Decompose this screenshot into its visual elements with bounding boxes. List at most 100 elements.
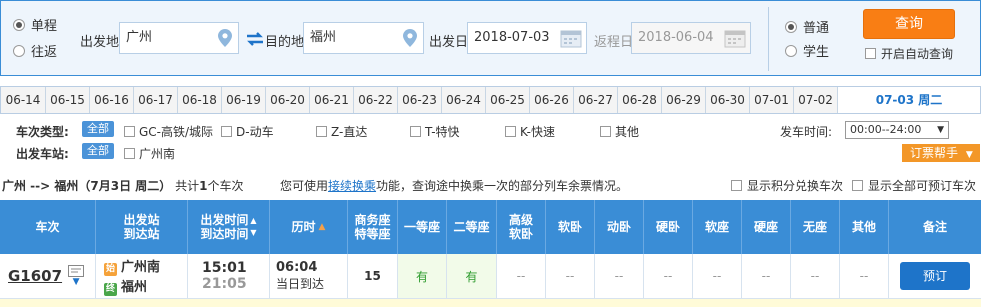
count-prefix: 共计 [175,179,200,193]
date-tab[interactable]: 06-22 [354,87,398,113]
book-button[interactable]: 预订 [900,262,970,290]
date-tab[interactable]: 06-27 [574,87,618,113]
hard-seat-cell: -- [742,254,791,298]
time-cell: 15:01 21:05 [188,254,270,298]
checkbox-icon [731,180,742,191]
checkbox-icon [124,126,135,137]
end-station-tag: 终 [104,283,117,296]
depart-time-select[interactable]: 00:00--24:00 ▼ [845,121,949,139]
date-tab[interactable]: 06-17 [134,87,178,113]
query-button[interactable]: 查询 [863,9,955,39]
depart-date-input[interactable]: 2018-07-03 [467,22,587,54]
train-number-link[interactable]: G1607 [8,267,62,285]
first-class-cell[interactable]: 有 [398,254,447,298]
header-premium-label: 高级 [508,213,533,227]
station-option[interactable]: 广州南 [124,145,175,162]
calendar-icon[interactable] [560,28,582,48]
return-date-label: 返程日 [594,35,634,50]
date-tab[interactable]: 07-01 [750,87,794,113]
round-trip-radio[interactable]: 往返 [13,41,57,60]
header-business: 商务座 特等座 [348,200,398,254]
checkbox-icon [505,126,516,137]
depart-time-value: 00:00--24:00 [850,123,922,136]
date-tab[interactable]: 06-28 [618,87,662,113]
date-tab[interactable]: 06-18 [178,87,222,113]
points-trains-checkbox[interactable]: 显示积分兑换车次 [731,177,843,194]
train-type-option[interactable]: GC-高铁/城际 [124,123,213,140]
date-tab[interactable]: 06-24 [442,87,486,113]
from-value: 广州 [126,30,153,45]
second-class-cell[interactable]: 有 [447,254,497,298]
sort-up-icon: ▲ [318,222,326,232]
train-detail-toggle[interactable]: ▼ [68,265,85,287]
train-type-option[interactable]: K-快速 [505,123,555,140]
stations-cell: 始广州南 终福州 [96,254,188,298]
location-pin-icon[interactable] [403,29,417,47]
arrive-time: 21:05 [202,276,247,292]
date-tab[interactable]: 06-15 [46,87,90,113]
header-premium-sleeper: 软卧 [508,227,533,241]
date-tab[interactable]: 06-19 [222,87,266,113]
header-duration-label: 历时 [291,220,316,234]
train-type-option[interactable]: Z-直达 [316,123,367,140]
date-tab[interactable]: 06-20 [266,87,310,113]
header-stations-depart: 出发站 [123,213,160,227]
date-tab[interactable]: 06-14 [1,87,46,113]
station-all-button[interactable]: 全部 [82,143,114,159]
date-tab[interactable]: 07-02 [794,87,838,113]
tip-prefix: 您可使用 [280,179,329,193]
header-special-label: 特等座 [354,227,391,241]
chevron-down-icon: ▼ [937,125,944,135]
date-tab[interactable]: 06-21 [310,87,354,113]
booking-helper-button[interactable]: 订票帮手 ▼ [902,144,980,162]
train-type-label: D-动车 [236,125,274,139]
auto-query-checkbox[interactable]: 开启自动查询 [865,45,953,62]
date-tab[interactable]: 06-29 [662,87,706,113]
train-type-option[interactable]: 其他 [600,123,639,140]
train-type-option[interactable]: D-动车 [221,123,274,140]
date-tab[interactable]: 06-16 [90,87,134,113]
other-seat-cell: -- [840,254,889,298]
header-no-seat: 无座 [791,200,840,254]
from-label: 出发地 [80,35,120,50]
station-option-label: 广州南 [139,147,176,161]
business-seat-cell[interactable]: 15 [348,254,398,298]
all-bookable-checkbox[interactable]: 显示全部可预订车次 [852,177,976,194]
depart-date-label: 出发日 [429,35,469,50]
chevron-down-icon: ▼ [72,277,80,287]
header-other: 其他 [840,200,889,254]
passenger-normal-radio[interactable]: 普通 [785,17,829,36]
start-station-tag: 始 [104,263,117,276]
passenger-student-radio[interactable]: 学生 [785,41,829,60]
from-input[interactable]: 广州 [119,22,239,54]
search-panel: 单程 往返 出发地 广州 目的地 福州 出发日 2018-07-03 返程日 2… [0,0,981,76]
to-input[interactable]: 福州 [303,22,424,54]
calendar-icon[interactable] [724,28,746,48]
return-date-input[interactable]: 2018-06-04 [631,22,751,54]
sort-up-icon[interactable]: ▲ [250,215,256,227]
count-suffix: 个车次 [207,179,244,193]
route-text: 广州 --> 福州（7月3日 周二） [2,179,172,193]
train-type-all-button[interactable]: 全部 [82,121,114,137]
arrive-day: 当日到达 [276,277,325,291]
train-type-label: Z-直达 [331,125,368,139]
date-tab-active[interactable]: 07-03 周二 [838,87,980,113]
transfer-link[interactable]: 接续换乘 [328,179,376,193]
header-bullet-sleeper: 动卧 [595,200,644,254]
location-pin-icon[interactable] [218,29,232,47]
header-time[interactable]: 出发时间 到达时间 ▲ ▼ [188,200,270,254]
transfer-tip: 您可使用接续换乘功能，查询途中换乘一次的部分列车余票情况。 [280,177,628,194]
date-tab[interactable]: 06-25 [486,87,530,113]
swap-icon[interactable] [246,31,264,47]
date-tab[interactable]: 06-30 [706,87,750,113]
header-hard-seat: 硬座 [742,200,791,254]
date-tab[interactable]: 06-26 [530,87,574,113]
sort-down-icon[interactable]: ▼ [250,227,256,239]
train-type-option[interactable]: T-特快 [410,123,460,140]
checkbox-icon [221,126,232,137]
depart-time-title: 发车时间: [780,125,833,139]
header-duration[interactable]: 历时 ▲ [270,200,348,254]
hard-sleeper-cell: -- [644,254,693,298]
one-way-radio[interactable]: 单程 [13,15,57,34]
date-tab[interactable]: 06-23 [398,87,442,113]
